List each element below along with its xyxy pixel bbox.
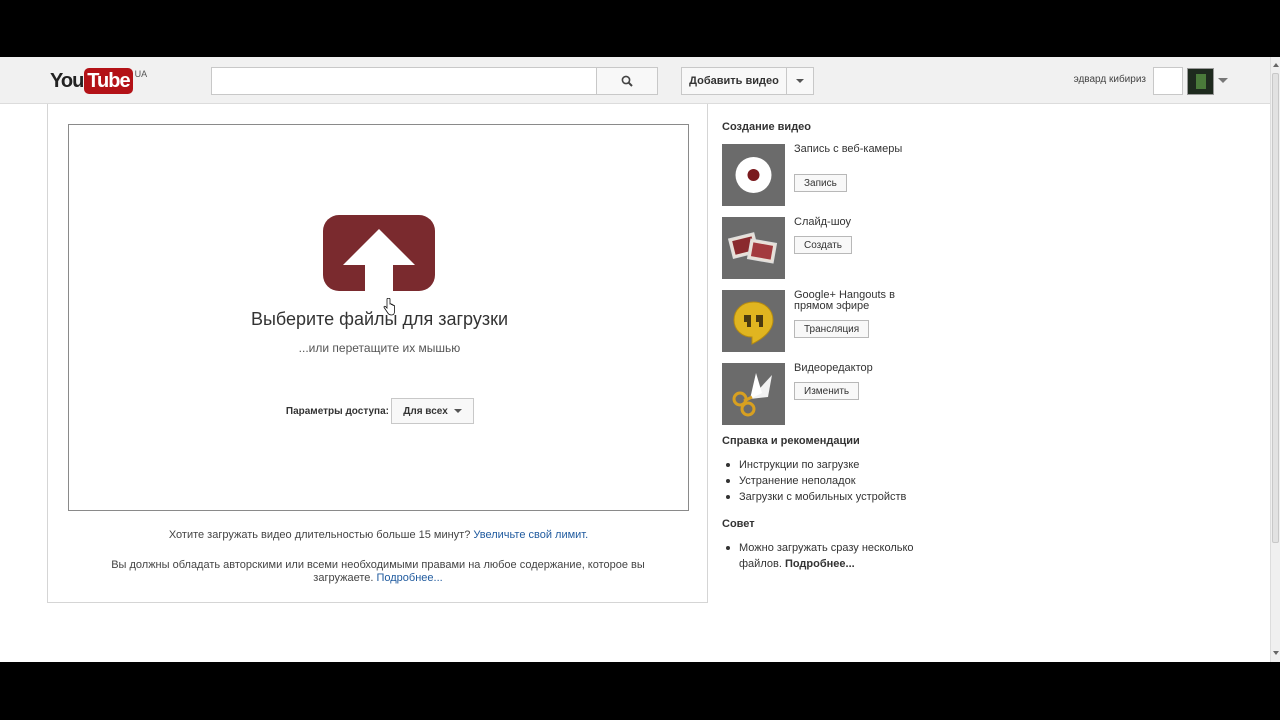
- privacy-label: Параметры доступа:: [285, 406, 389, 417]
- username-link[interactable]: эдвард кибириз: [1030, 74, 1146, 85]
- tool-editor: Видеоредактор Изменить: [722, 363, 952, 425]
- logo-tube: Tube: [84, 68, 133, 94]
- tool-label: Запись с веб-камеры: [794, 143, 903, 155]
- hangouts-icon: [722, 290, 785, 352]
- privacy-select[interactable]: Для всех: [391, 398, 474, 424]
- avatar-image: [1196, 74, 1206, 89]
- masthead: You Tube UA Добавить видео эдвард кибири…: [0, 57, 1270, 104]
- help-list: Инструкции по загрузке Устранение непола…: [722, 457, 952, 505]
- tool-hangouts: Google+ Hangouts в прямом эфире Трансляц…: [722, 290, 952, 352]
- search-button[interactable]: [596, 67, 658, 95]
- tool-webcam: Запись с веб-камеры Запись: [722, 144, 952, 206]
- logo-region: UA: [134, 69, 148, 79]
- tool-label: Слайд-шоу: [794, 216, 852, 228]
- tool-label: Google+ Hangouts в прямом эфире: [794, 289, 895, 312]
- limit-text: Хотите загружать видео длительностью бол…: [168, 529, 471, 541]
- tool-slideshow: Слайд-шоу Создать: [722, 217, 952, 279]
- tip-list: Можно загружать сразу несколько файлов. …: [722, 540, 932, 572]
- tool-label: Видеоредактор: [794, 362, 873, 374]
- record-button[interactable]: Запись: [794, 174, 847, 192]
- webcam-thumb[interactable]: [722, 144, 785, 206]
- create-slideshow-button[interactable]: Создать: [794, 236, 853, 254]
- edit-button[interactable]: Изменить: [794, 382, 860, 400]
- hand-cursor-icon: [383, 298, 395, 316]
- copyright-notice: Вы должны обладать авторскими или всеми …: [88, 559, 668, 585]
- page-scrollbar[interactable]: [1270, 57, 1280, 662]
- webcam-record-icon: [722, 144, 785, 206]
- search-input[interactable]: [211, 67, 597, 95]
- help-link-troubleshooting[interactable]: Устранение неполадок: [722, 473, 952, 489]
- youtube-logo[interactable]: You Tube UA: [50, 68, 147, 94]
- upload-arrow-icon[interactable]: [323, 215, 435, 291]
- drag-hint: ...или перетащите их мышью: [298, 341, 461, 355]
- tip-heading: Совет: [722, 518, 755, 530]
- scroll-up-icon[interactable]: [1273, 63, 1279, 67]
- scroll-down-icon[interactable]: [1273, 651, 1279, 655]
- scissors-icon: [722, 363, 785, 425]
- rights-more-link[interactable]: Подробнее...: [376, 572, 442, 584]
- avatar[interactable]: [1187, 68, 1214, 95]
- upload-video-button[interactable]: Добавить видео: [681, 67, 787, 95]
- tip-more-link[interactable]: Подробнее...: [785, 558, 855, 570]
- notifications-button[interactable]: [1153, 67, 1183, 95]
- upload-panel: Выберите файлы для загрузки ...или перет…: [47, 104, 708, 603]
- scroll-thumb[interactable]: [1272, 73, 1279, 543]
- help-heading: Справка и рекомендации: [722, 435, 860, 447]
- editor-thumb[interactable]: [722, 363, 785, 425]
- help-link-instructions[interactable]: Инструкции по загрузке: [722, 457, 952, 473]
- file-drop-zone[interactable]: Выберите файлы для загрузки ...или перет…: [68, 124, 689, 511]
- hangouts-thumb[interactable]: [722, 290, 785, 352]
- increase-limit-link[interactable]: Увеличьте свой лимит.: [473, 529, 588, 541]
- account-menu-caret-icon[interactable]: [1218, 78, 1228, 83]
- privacy-value: Для всех: [403, 405, 448, 417]
- select-files-title[interactable]: Выберите файлы для загрузки: [69, 309, 690, 330]
- logo-you: You: [50, 70, 84, 92]
- browser-viewport: You Tube UA Добавить видео эдвард кибири…: [0, 57, 1280, 662]
- create-video-heading: Создание видео: [722, 121, 812, 133]
- broadcast-button[interactable]: Трансляция: [794, 320, 870, 338]
- slideshow-icon: [722, 217, 785, 279]
- chevron-down-icon: [796, 79, 804, 83]
- length-limit-notice: Хотите загружать видео длительностью бол…: [48, 529, 709, 541]
- chevron-down-icon: [453, 409, 462, 413]
- upload-menu-button[interactable]: [786, 67, 814, 95]
- help-link-mobile[interactable]: Загрузки с мобильных устройств: [722, 489, 952, 505]
- slideshow-thumb[interactable]: [722, 217, 785, 279]
- tip-item: Можно загружать сразу несколько файлов. …: [722, 540, 932, 572]
- search-icon: [621, 75, 633, 87]
